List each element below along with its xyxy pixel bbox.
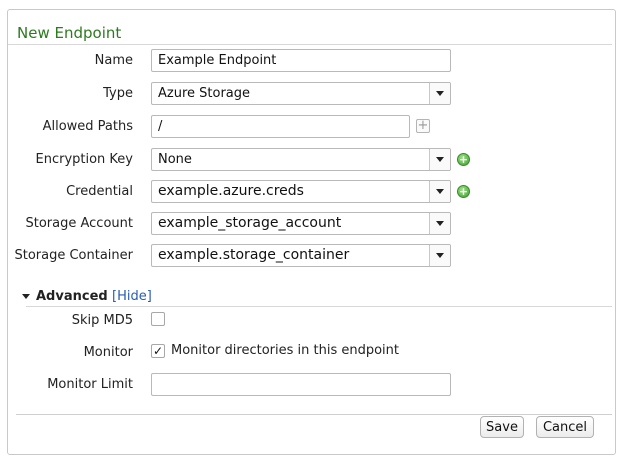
monitor-label: Monitor [83, 345, 133, 360]
chevron-down-icon[interactable] [429, 181, 450, 202]
storage-container-label: Storage Container [14, 248, 133, 263]
credential-label: Credential [66, 184, 133, 199]
name-label: Name [94, 53, 133, 68]
encryption-key-select[interactable]: None [151, 148, 451, 171]
new-endpoint-panel: New Endpoint Name Example Endpoint Type … [7, 9, 616, 455]
allowed-paths-input[interactable]: / [151, 115, 410, 138]
type-select-value: Azure Storage [158, 86, 251, 101]
allowed-paths-label: Allowed Paths [42, 119, 133, 134]
cancel-button[interactable]: Cancel [536, 416, 594, 438]
advanced-divider [26, 306, 612, 307]
add-encryption-key-plus-icon[interactable]: + [457, 153, 470, 166]
chevron-down-icon[interactable] [429, 149, 450, 170]
storage-account-select-value: example_storage_account [158, 215, 342, 231]
monitor-checkbox[interactable]: ✓ [151, 344, 165, 358]
monitor-limit-input[interactable] [151, 373, 451, 396]
type-label: Type [103, 86, 133, 101]
type-select[interactable]: Azure Storage [151, 82, 451, 105]
save-button[interactable]: Save [480, 416, 524, 438]
storage-account-label: Storage Account [25, 216, 134, 231]
add-credential-plus-icon[interactable]: + [457, 185, 470, 198]
skip-md5-label: Skip MD5 [71, 313, 133, 328]
monitor-limit-label: Monitor Limit [47, 377, 133, 392]
chevron-down-icon[interactable] [429, 213, 450, 234]
chevron-down-icon[interactable] [429, 83, 450, 104]
advanced-heading: Advanced [36, 289, 108, 304]
encryption-key-select-value: None [158, 152, 192, 167]
checkmark-icon: ✓ [152, 344, 164, 358]
monitor-checkbox-text[interactable]: Monitor directories in this endpoint [171, 343, 399, 358]
advanced-toggle[interactable]: Advanced [22, 289, 108, 304]
footer-divider [16, 414, 612, 415]
storage-account-select[interactable]: example_storage_account [151, 212, 451, 235]
chevron-down-icon[interactable] [429, 245, 450, 266]
storage-container-select-value: example.storage_container [158, 247, 350, 263]
panel-title: New Endpoint [17, 24, 122, 42]
storage-container-select[interactable]: example.storage_container [151, 244, 451, 267]
skip-md5-checkbox[interactable] [151, 312, 165, 326]
triangle-down-icon [22, 294, 30, 299]
hide-advanced-link[interactable]: [Hide] [112, 289, 152, 304]
encryption-key-label: Encryption Key [35, 152, 134, 167]
name-input[interactable]: Example Endpoint [151, 49, 451, 72]
credential-select[interactable]: example.azure.creds [151, 180, 451, 203]
title-divider [8, 44, 612, 45]
credential-select-value: example.azure.creds [158, 183, 304, 199]
add-path-plus-icon[interactable]: + [416, 119, 430, 133]
